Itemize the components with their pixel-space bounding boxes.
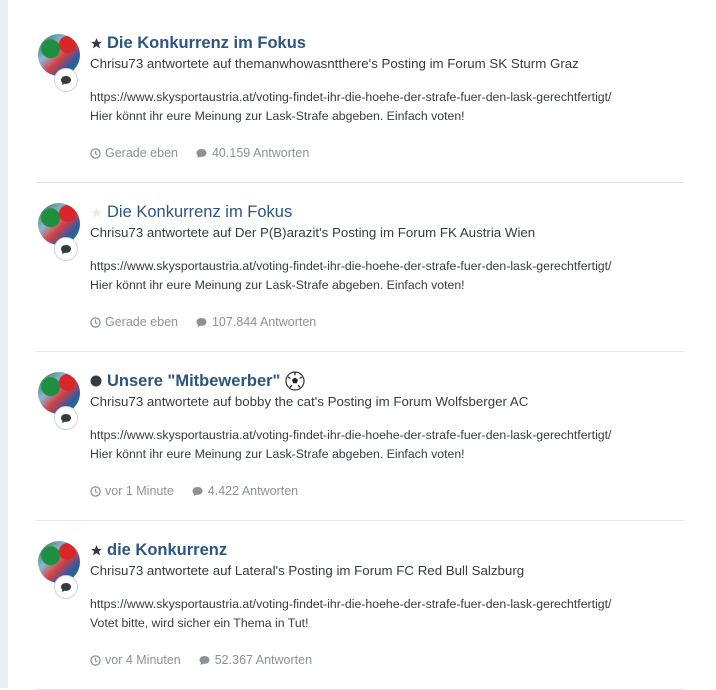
timestamp[interactable]: vor 1 Minute [90, 484, 174, 498]
timestamp-label: vor 4 Minuten [105, 653, 181, 667]
star-outline-icon [90, 206, 106, 219]
activity-description: Chrisu73 antwortete auf Der P(B)arazit's… [90, 225, 536, 240]
timestamp[interactable]: Gerade eben [90, 315, 178, 329]
timestamp-label: vor 1 Minute [105, 484, 174, 498]
post-snippet: https://www.skysportaustria.at/voting-fi… [90, 88, 690, 126]
topic-title-link[interactable]: Unsere "Mitbewerber" [107, 372, 280, 391]
comment-icon [199, 655, 210, 665]
clock-icon [90, 316, 101, 328]
timestamp-label: Gerade eben [105, 146, 178, 160]
reply-count: 4.422 Antworten [191, 484, 298, 498]
item-meta: vor 4 Minuten 52.367 Antworten [90, 653, 690, 667]
left-rail [0, 0, 8, 688]
item-meta: Gerade eben 107.844 Antworten [90, 315, 690, 329]
post-snippet: https://www.skysportaustria.at/voting-fi… [90, 257, 690, 295]
clock-icon [90, 654, 101, 666]
clock-icon [90, 485, 101, 497]
snippet-line: Hier könnt ihr eure Meinung zur Lask-Str… [90, 278, 465, 292]
star-icon [90, 37, 106, 50]
item-meta: vor 1 Minute 4.422 Antworten [90, 484, 690, 498]
topic-title-link[interactable]: Die Konkurrenz im Fokus [107, 34, 306, 53]
comment-icon [54, 237, 78, 261]
activity-description: Chrisu73 antwortete auf Lateral's Postin… [90, 563, 525, 578]
list-item: Die Konkurrenz im Fokus Chrisu73 antwort… [36, 14, 684, 183]
item-meta: Gerade eben 40.159 Antworten [90, 146, 690, 160]
reply-count: 52.367 Antworten [198, 653, 312, 667]
comment-icon [54, 68, 78, 92]
snippet-line: Hier könnt ihr eure Meinung zur Lask-Str… [90, 109, 465, 123]
unread-dot-icon [90, 375, 106, 387]
topic-title-link[interactable]: Die Konkurrenz im Fokus [107, 203, 292, 222]
snippet-line: Hier könnt ihr eure Meinung zur Lask-Str… [90, 447, 465, 461]
reply-count: 40.159 Antworten [195, 146, 309, 160]
activity-description: Chrisu73 antwortete auf bobby the cat's … [90, 394, 529, 409]
comment-icon [196, 148, 207, 158]
star-icon [90, 544, 106, 557]
snippet-line: https://www.skysportaustria.at/voting-fi… [90, 259, 612, 273]
timestamp[interactable]: Gerade eben [90, 146, 178, 160]
list-item: die Konkurrenz Chrisu73 antwortete auf L… [36, 521, 684, 690]
timestamp-label: Gerade eben [105, 315, 178, 329]
snippet-line: Votet bitte, wird sicher ein Thema in Tu… [90, 616, 309, 630]
comment-icon [54, 406, 78, 430]
reply-count: 107.844 Antworten [195, 315, 316, 329]
comment-icon [192, 486, 203, 496]
reply-count-label: 107.844 Antworten [211, 315, 317, 329]
reply-count-label: 40.159 Antworten [211, 146, 310, 160]
snippet-line: https://www.skysportaustria.at/voting-fi… [90, 428, 612, 442]
list-item: Die Konkurrenz im Fokus Chrisu73 antwort… [36, 183, 684, 352]
clock-icon [90, 147, 101, 159]
post-snippet: https://www.skysportaustria.at/voting-fi… [90, 595, 690, 633]
reply-count-label: 52.367 Antworten [214, 653, 313, 667]
timestamp[interactable]: vor 4 Minuten [90, 653, 181, 667]
reply-count-label: 4.422 Antworten [207, 484, 299, 498]
post-snippet: https://www.skysportaustria.at/voting-fi… [90, 426, 690, 464]
snippet-line: https://www.skysportaustria.at/voting-fi… [90, 90, 612, 104]
snippet-line: https://www.skysportaustria.at/voting-fi… [90, 597, 612, 611]
activity-description: Chrisu73 antwortete auf themanwhowasntth… [90, 56, 579, 71]
list-item: Unsere "Mitbewerber" Chrisu73 antwortete… [36, 352, 684, 521]
soccer-ball-icon [285, 371, 305, 391]
activity-feed: Die Konkurrenz im Fokus Chrisu73 antwort… [36, 14, 684, 690]
comment-icon [54, 575, 78, 599]
topic-title-link[interactable]: die Konkurrenz [107, 541, 227, 560]
comment-icon [196, 317, 207, 327]
